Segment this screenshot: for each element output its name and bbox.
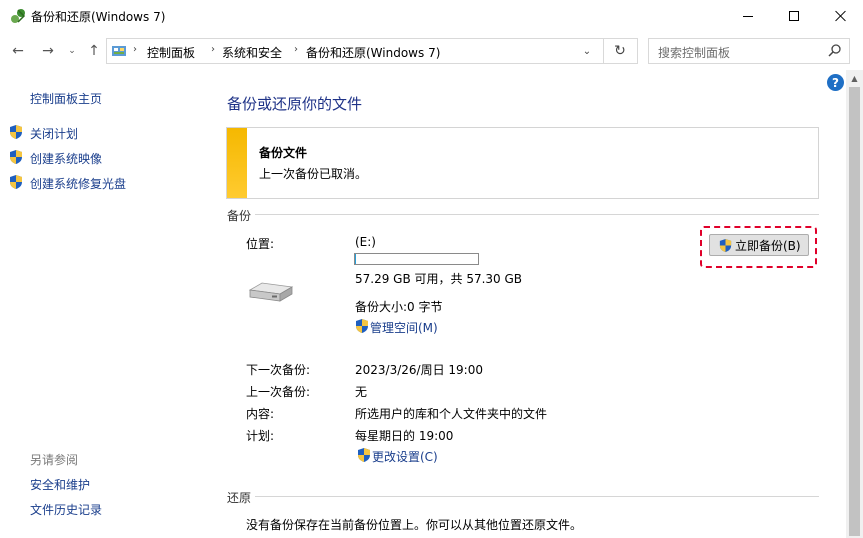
location-label: 位置:: [246, 237, 275, 251]
address-bar[interactable]: › 控制面板 › 系统和安全 › 备份和还原(Windows 7) ⌄ ↻: [106, 38, 638, 64]
backup-notice: 备份文件 上一次备份已取消。: [226, 127, 819, 199]
uac-shield-icon: [358, 448, 370, 462]
drive-space-text: 57.29 GB 可用，共 57.30 GB: [355, 272, 523, 286]
last-backup-value: 无: [355, 385, 368, 399]
uac-shield-icon: [10, 150, 22, 164]
contents-value: 所选用户的库和个人文件夹中的文件: [355, 407, 548, 421]
arrow-left-icon: ←: [12, 43, 24, 59]
last-backup-label: 上一次备份:: [246, 385, 311, 399]
schedule-label: 计划:: [246, 429, 275, 443]
scrollbar-thumb[interactable]: [849, 87, 860, 536]
next-backup-label: 下一次备份:: [246, 363, 311, 377]
contents-label: 内容:: [246, 407, 275, 421]
backup-now-button[interactable]: 立即备份(B): [709, 234, 809, 256]
minimize-icon: [743, 15, 753, 17]
restore-section-divider: [255, 496, 819, 497]
search-box[interactable]: 搜索控制面板: [648, 38, 850, 64]
see-also-heading: 另请参阅: [30, 453, 79, 467]
notice-message: 上一次备份已取消。: [259, 167, 368, 181]
close-button[interactable]: [817, 0, 863, 32]
uac-shield-icon: [10, 125, 22, 139]
breadcrumb-control-panel[interactable]: 控制面板: [147, 44, 195, 61]
chevron-right-icon: ›: [211, 44, 215, 55]
address-dropdown-button[interactable]: ⌄: [579, 43, 595, 59]
manage-space-link[interactable]: 管理空间(M): [370, 319, 438, 336]
title-bar: 备份和还原(Windows 7): [0, 0, 863, 32]
forward-button[interactable]: →: [38, 41, 58, 61]
schedule-value: 每星期日的 19:00: [355, 429, 454, 443]
backup-restore-app-icon: [11, 9, 26, 23]
restore-message: 没有备份保存在当前备份位置上。你可以从其他位置还原文件。: [246, 518, 583, 532]
search-icon: [828, 44, 841, 57]
page-title: 备份或还原你的文件: [227, 95, 363, 113]
chevron-right-icon: ›: [133, 44, 137, 55]
arrow-right-icon: →: [42, 43, 54, 59]
chevron-down-icon: ⌄: [68, 46, 76, 56]
warning-bar: [227, 128, 247, 198]
sidebar-create-repair-disc[interactable]: 创建系统修复光盘: [30, 175, 126, 192]
notice-heading: 备份文件: [259, 146, 308, 160]
backup-section-divider: [255, 214, 819, 215]
refresh-button[interactable]: ↻: [611, 42, 629, 60]
breadcrumb-backup-restore[interactable]: 备份和还原(Windows 7): [306, 44, 440, 61]
scroll-up-button[interactable]: ▲: [846, 70, 863, 87]
backup-now-label: 立即备份(B): [735, 238, 801, 253]
back-button[interactable]: ←: [8, 41, 28, 61]
chevron-right-icon: ›: [294, 44, 298, 55]
change-settings-link[interactable]: 更改设置(C): [372, 448, 438, 465]
uac-shield-icon: [719, 238, 732, 252]
arrow-up-icon: ↑: [88, 43, 100, 59]
drive-usage-bar: [354, 253, 479, 265]
recent-locations-button[interactable]: ⌄: [62, 41, 82, 61]
restore-section-label: 还原: [227, 491, 252, 505]
backup-size-text: 备份大小:0 字节: [355, 300, 443, 314]
sidebar-create-system-image[interactable]: 创建系统映像: [30, 150, 102, 167]
breadcrumb-system-security[interactable]: 系统和安全: [222, 44, 282, 61]
window-title: 备份和还原(Windows 7): [31, 10, 166, 24]
address-divider: [603, 39, 604, 63]
help-icon[interactable]: ?: [827, 74, 844, 91]
minimize-button[interactable]: [725, 0, 771, 32]
control-panel-icon: [112, 46, 126, 56]
hard-drive-icon: [248, 282, 294, 302]
drive-usage-fill: [355, 254, 356, 264]
up-button[interactable]: ↑: [84, 41, 104, 61]
uac-shield-icon: [356, 319, 368, 333]
sidebar-security-maintenance[interactable]: 安全和维护: [30, 476, 90, 493]
triangle-up-icon: ▲: [851, 74, 858, 83]
sidebar-file-history[interactable]: 文件历史记录: [30, 501, 102, 518]
backup-section-label: 备份: [227, 209, 252, 223]
sidebar-turn-off-schedule[interactable]: 关闭计划: [30, 125, 78, 142]
close-icon: [834, 10, 846, 22]
vertical-scrollbar[interactable]: ▲: [846, 70, 863, 538]
chevron-down-icon: ⌄: [582, 45, 592, 57]
refresh-icon: ↻: [614, 43, 626, 59]
uac-shield-icon: [10, 175, 22, 189]
next-backup-value: 2023/3/26/周日 19:00: [355, 363, 483, 377]
location-value: (E:): [355, 235, 376, 249]
search-input[interactable]: 搜索控制面板: [658, 44, 730, 61]
navigation-bar: ← → ⌄ ↑ › 控制面板 › 系统和安全 › 备份和还原(Windows 7…: [0, 32, 863, 70]
maximize-button[interactable]: [771, 0, 817, 32]
sidebar-control-panel-home[interactable]: 控制面板主页: [30, 90, 102, 107]
maximize-icon: [789, 11, 799, 21]
